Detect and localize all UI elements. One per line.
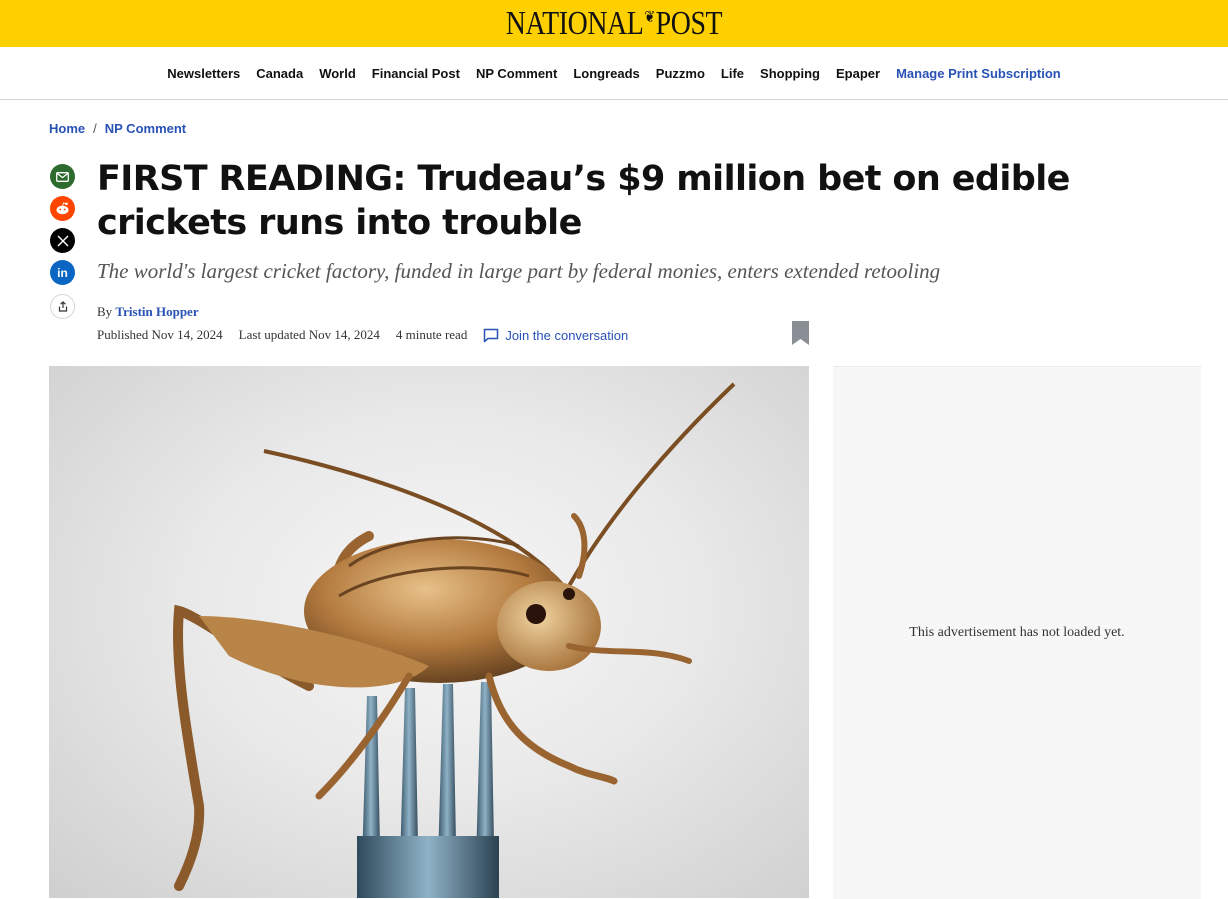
nav-item-epaper[interactable]: Epaper <box>836 66 880 81</box>
byline-prefix: By <box>97 304 113 319</box>
comment-icon <box>484 328 499 342</box>
linkedin-icon: in <box>57 265 68 280</box>
main-navigation: Newsletters Canada World Financial Post … <box>0 47 1228 100</box>
author-link[interactable]: Tristin Hopper <box>115 304 198 319</box>
logo-text-post: POST <box>655 4 723 42</box>
share-x-button[interactable] <box>50 228 75 253</box>
cricket-on-fork-illustration <box>173 382 736 898</box>
nav-item-newsletters[interactable]: Newsletters <box>167 66 240 81</box>
join-conversation-link[interactable]: Join the conversation <box>483 328 628 343</box>
nav-item-financial-post[interactable]: Financial Post <box>372 66 460 81</box>
byline: By Tristin Hopper <box>97 304 199 320</box>
article-hero-image <box>49 366 809 898</box>
breadcrumb-home[interactable]: Home <box>49 121 85 136</box>
nav-item-shopping[interactable]: Shopping <box>760 66 820 81</box>
article-subheadline: The world's largest cricket factory, fun… <box>97 259 941 283</box>
logo-text-national: NATIONAL <box>505 4 644 42</box>
national-post-logo[interactable]: NATIONAL ❦ POST <box>505 4 723 42</box>
nav-item-world[interactable]: World <box>319 66 356 81</box>
advertisement-text: This advertisement has not loaded yet. <box>909 625 1125 640</box>
breadcrumb-np-comment[interactable]: NP Comment <box>105 121 186 136</box>
article-headline: FIRST READING: Trudeau’s $9 million bet … <box>97 159 1070 243</box>
masthead: NATIONAL ❦ POST <box>0 0 1228 47</box>
breadcrumb-separator: / <box>93 121 97 136</box>
reddit-icon <box>56 202 69 215</box>
share-email-button[interactable] <box>50 164 75 189</box>
published-date: Published Nov 14, 2024 <box>97 327 223 342</box>
advertisement-placeholder: This advertisement has not loaded yet. <box>833 366 1201 899</box>
share-linkedin-button[interactable]: in <box>50 260 75 285</box>
breadcrumb: Home / NP Comment <box>49 121 186 136</box>
nav-item-life[interactable]: Life <box>721 66 744 81</box>
share-reddit-button[interactable] <box>50 196 75 221</box>
share-more-button[interactable] <box>50 294 75 319</box>
nav-item-longreads[interactable]: Longreads <box>573 66 639 81</box>
maple-leaf-icon: ❦ <box>644 8 655 26</box>
nav-item-canada[interactable]: Canada <box>256 66 303 81</box>
nav-item-np-comment[interactable]: NP Comment <box>476 66 557 81</box>
nav-item-puzzmo[interactable]: Puzzmo <box>656 66 705 81</box>
x-icon <box>57 235 68 246</box>
share-icon <box>58 301 67 312</box>
bookmark-icon <box>792 321 809 345</box>
updated-date: Last updated Nov 14, 2024 <box>238 327 380 342</box>
join-conversation-label: Join the conversation <box>505 327 629 343</box>
manage-print-subscription-link[interactable]: Manage Print Subscription <box>896 66 1061 81</box>
email-icon <box>56 171 69 182</box>
article-meta: Published Nov 14, 2024 Last updated Nov … <box>97 326 628 344</box>
read-time: 4 minute read <box>395 327 468 342</box>
bookmark-button[interactable] <box>792 321 809 350</box>
